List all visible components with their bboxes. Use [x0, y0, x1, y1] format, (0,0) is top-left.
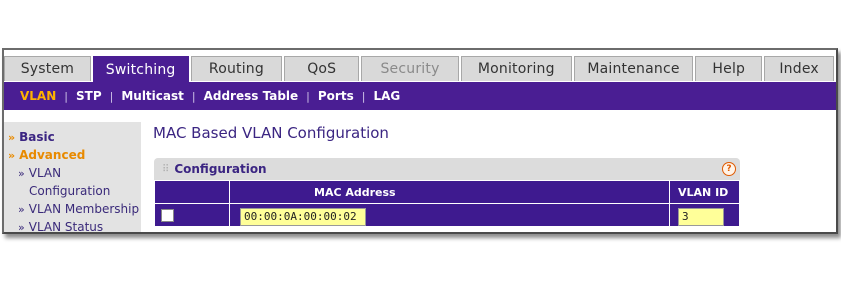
sidebar-item-label: VLAN	[28, 166, 62, 180]
sidebar-item-basic[interactable]: » Basic	[8, 130, 55, 144]
tab-switching[interactable]: Switching	[92, 56, 189, 83]
subnav-vlan[interactable]: VLAN	[20, 89, 56, 103]
sidebar-item-vlan-configuration-cont[interactable]: Configuration	[29, 184, 110, 198]
configuration-panel-header: ⠿ Configuration ?	[154, 158, 740, 180]
subnav-separator: |	[64, 89, 68, 103]
tab-routing[interactable]: Routing	[190, 56, 283, 81]
chevron-right-icon: »	[8, 131, 16, 144]
row-select-checkbox[interactable]	[161, 208, 174, 222]
tab-index[interactable]: Index	[764, 56, 835, 81]
sidebar-item-label: VLAN Membership	[28, 202, 140, 216]
tab-maintenance[interactable]: Maintenance	[573, 56, 694, 81]
sidebar-item-vlan-configuration[interactable]: » VLAN	[18, 166, 61, 180]
sidebar-item-vlan-status[interactable]: » VLAN Status	[18, 220, 104, 234]
sidebar: » Basic » Advanced » VLAN Configuration » VL…	[4, 122, 141, 234]
page-title: MAC Based VLAN Configuration	[153, 124, 389, 142]
subnav-stp[interactable]: STP	[76, 89, 102, 103]
table-header-mac-address: MAC Address	[229, 180, 670, 204]
subnav-ports[interactable]: Ports	[318, 89, 354, 103]
sidebar-item-label: Advanced	[19, 148, 86, 162]
tab-qos[interactable]: QoS	[284, 56, 360, 81]
chevron-right-icon: »	[18, 221, 25, 234]
grip-icon: ⠿	[162, 163, 169, 175]
subnav-lag[interactable]: LAG	[373, 89, 400, 103]
sidebar-item-label: VLAN Status	[28, 220, 104, 234]
help-icon[interactable]: ?	[722, 162, 736, 176]
subnav-separator: |	[109, 89, 114, 103]
subnav-separator: |	[306, 89, 310, 103]
table-row: 00:00:0A:00:00:02 3	[154, 203, 740, 227]
vlan-id-field[interactable]: 3	[678, 207, 724, 226]
subnav-separator: |	[361, 89, 366, 103]
sidebar-item-vlan-membership[interactable]: » VLAN Membership	[18, 202, 139, 216]
tab-security[interactable]: Security	[361, 56, 459, 81]
main-tabs: System Switching Routing QoS Security Mo…	[4, 56, 836, 83]
tab-help[interactable]: Help	[695, 56, 763, 81]
table-cell-select	[154, 203, 230, 227]
panel-title: Configuration	[174, 162, 267, 176]
app-window: System Switching Routing QoS Security Mo…	[2, 48, 838, 234]
chevron-down-icon: »	[8, 149, 16, 162]
sub-navigation: VLAN | STP | Multicast | Address Table |…	[4, 82, 836, 110]
mac-address-field[interactable]: 00:00:0A:00:00:02	[240, 207, 366, 226]
table-header-select	[154, 180, 230, 204]
table-header-row: MAC Address VLAN ID	[154, 180, 740, 204]
sidebar-item-label: Basic	[19, 130, 55, 144]
chevron-right-icon: »	[18, 203, 25, 216]
table-header-vlan-id: VLAN ID	[669, 180, 740, 204]
mac-vlan-table: MAC Address VLAN ID 00:00:0A:00:00:02 3	[154, 180, 740, 227]
tab-system[interactable]: System	[4, 56, 91, 81]
table-cell-mac: 00:00:0A:00:00:02	[229, 203, 670, 227]
chevron-right-icon: »	[18, 167, 25, 180]
table-cell-vlan: 3	[669, 203, 740, 227]
subnav-separator: |	[191, 89, 196, 103]
tab-monitoring[interactable]: Monitoring	[460, 56, 572, 81]
subnav-multicast[interactable]: Multicast	[121, 89, 184, 103]
subnav-address-table[interactable]: Address Table	[204, 89, 299, 103]
sidebar-item-advanced[interactable]: » Advanced	[8, 148, 85, 162]
